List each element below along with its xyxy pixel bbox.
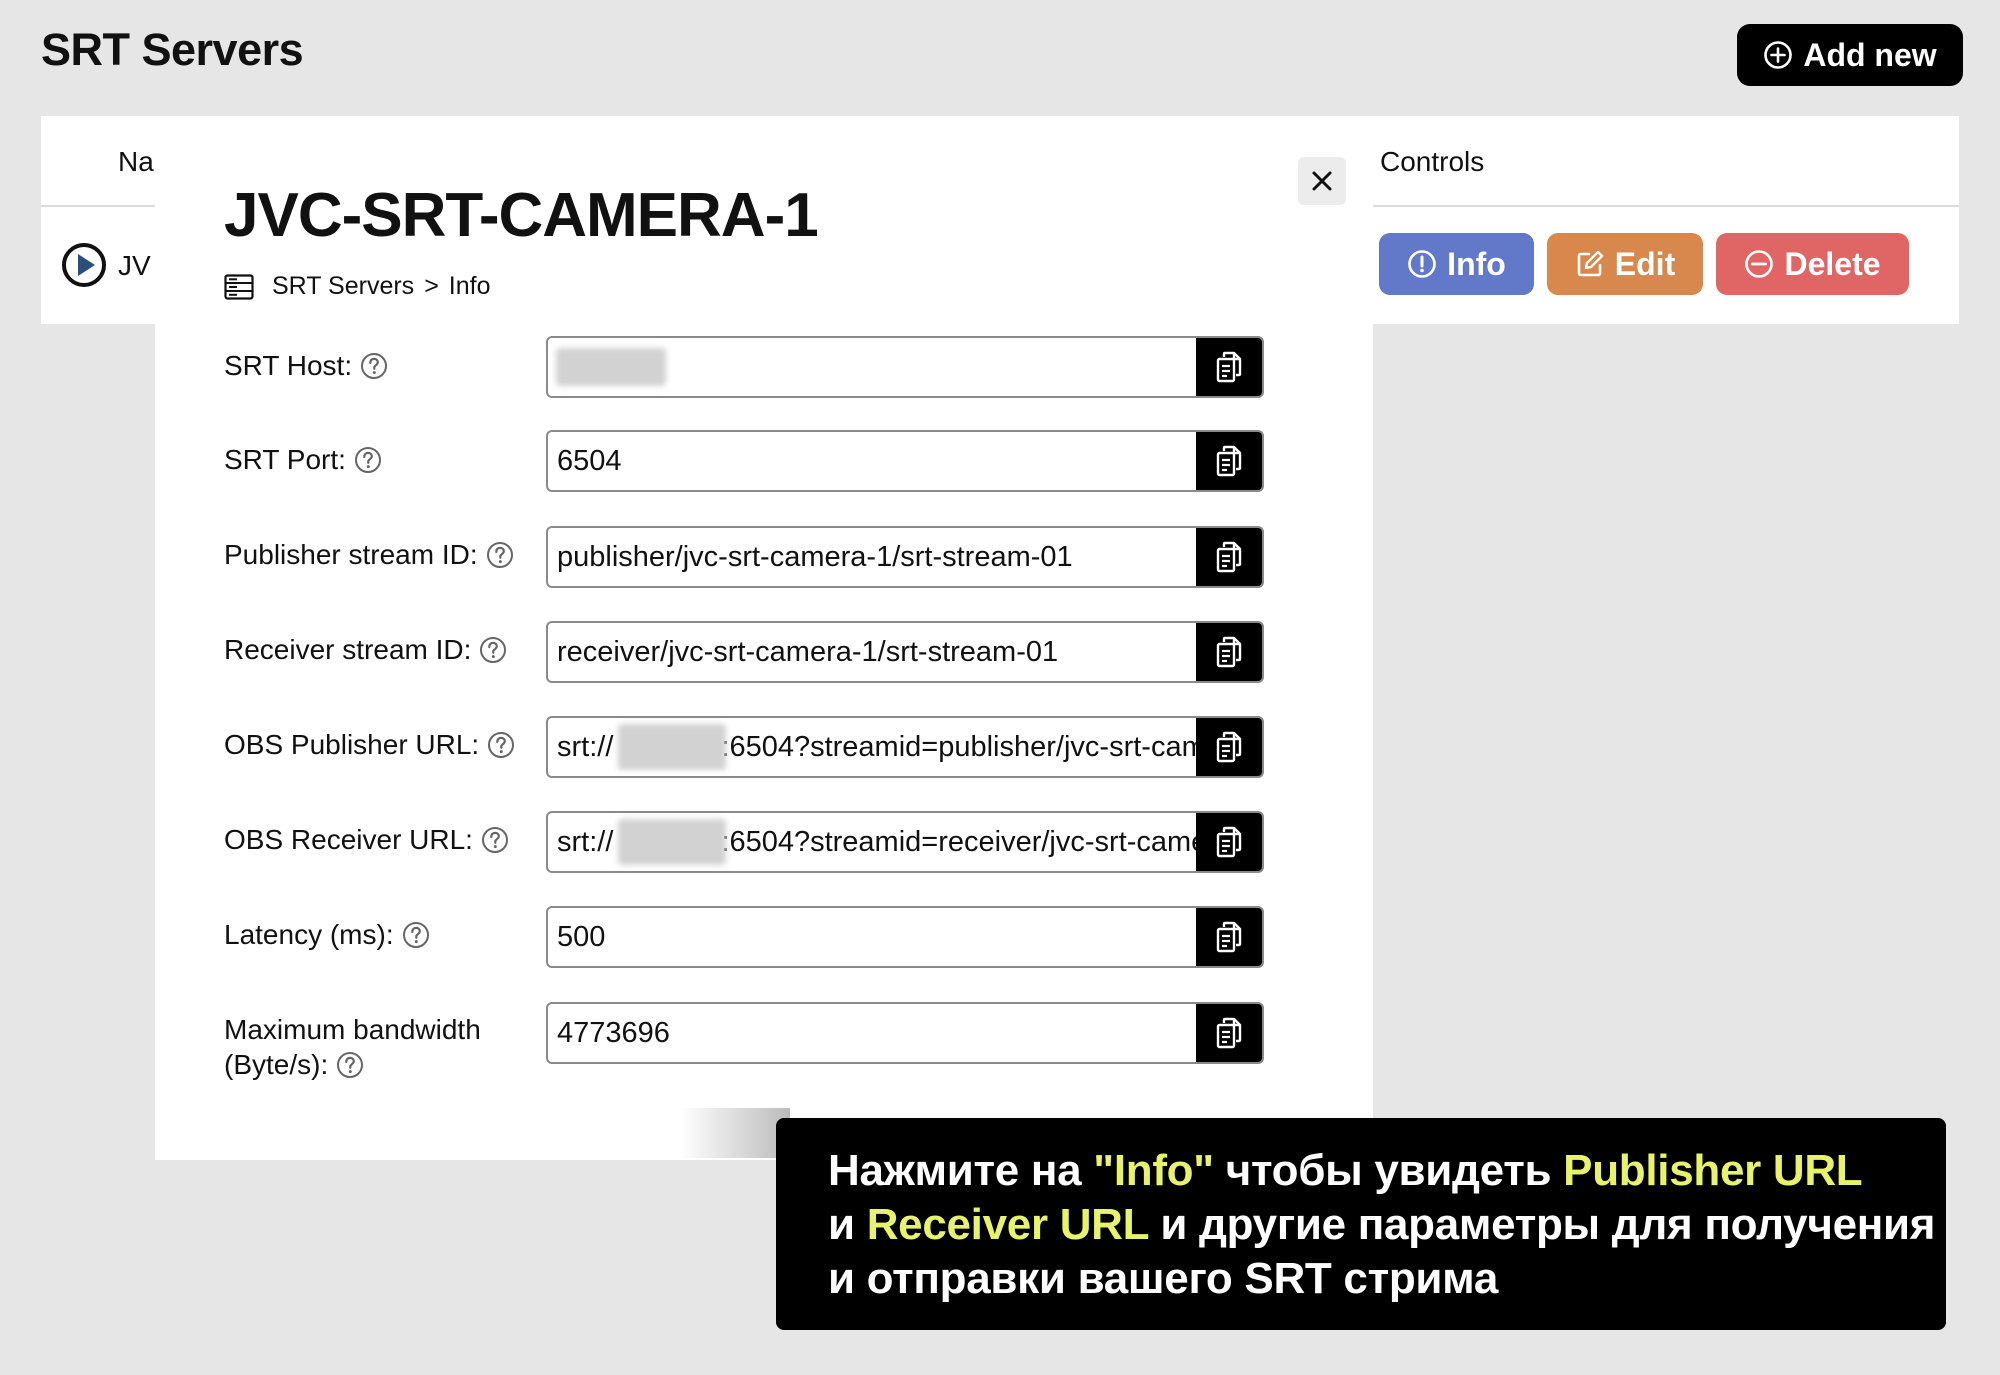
add-new-label: Add new [1803,36,1937,73]
copy-button-obs-publisher-url[interactable] [1196,718,1262,776]
srt-port-input[interactable] [548,432,1198,490]
edit-button-label: Edit [1614,245,1676,282]
pencil-square-icon [1577,250,1603,277]
publisher-stream-id-input[interactable] [548,528,1198,586]
breadcrumb-current: Info [448,272,491,300]
question-circle-icon[interactable] [336,1051,364,1079]
callout-shadow [680,1108,790,1158]
srt-host-field [546,336,1264,398]
redacted-host [618,724,726,770]
breadcrumb: SRT Servers > Info [224,272,491,301]
srt-port-label-text: SRT Port: [224,444,346,475]
question-circle-icon[interactable] [486,541,514,569]
play-circle-icon[interactable] [61,242,107,288]
obs-publisher-url-field[interactable]: srt:// :6504?streamid=publisher/jvc-srt-c… [546,716,1264,778]
callout-text: и [828,1200,867,1249]
max-bandwidth-label-line2: (Byte/s): [224,1049,329,1080]
question-circle-icon[interactable] [487,731,515,759]
callout-line-1: Нажмите на "Info" чтобы увидеть Publishe… [828,1144,1946,1198]
copy-icon [1214,636,1244,668]
obs-receiver-url-field[interactable]: srt:// :6504?streamid=receiver/jvc-srt-ca… [546,811,1264,873]
callout-highlight-receiver-url: Receiver URL [866,1200,1149,1249]
callout-highlight-info: "Info" [1093,1146,1214,1195]
server-icon [224,273,254,300]
obs-receiver-url-prefix: srt:// [557,826,614,858]
copy-button-srt-port[interactable] [1196,432,1262,490]
edit-button[interactable]: Edit [1547,233,1703,295]
close-button[interactable] [1298,157,1346,205]
page-title: SRT Servers [41,24,304,75]
info-button-label: Info [1447,245,1506,282]
exclamation-circle-icon [1408,250,1436,278]
receiver-stream-id-label: Receiver stream ID: [224,632,507,667]
redacted-host [618,819,726,865]
breadcrumb-separator: > [424,272,439,300]
callout-line-3: и отправки вашего SRT стрима [828,1254,1499,1303]
copy-icon [1214,541,1244,573]
latency-input[interactable] [548,908,1198,966]
srt-port-label: SRT Port: [224,442,382,477]
obs-publisher-url-suffix: :6504?streamid=publisher/jvc-srt-camera-… [721,731,1198,763]
srt-port-field [546,430,1264,492]
callout-highlight-publisher-url: Publisher URL [1563,1146,1863,1195]
info-modal: JVC-SRT-CAMERA-1 SRT Servers > Info SRT … [155,130,1373,1160]
copy-icon [1214,445,1244,477]
obs-receiver-url-label: OBS Receiver URL: [224,822,509,857]
callout-text: Нажмите на [828,1146,1094,1195]
obs-receiver-url-suffix: :6504?streamid=receiver/jvc-srt-camera-1… [721,826,1198,858]
obs-receiver-url-label-text: OBS Receiver URL: [224,824,473,855]
copy-button-max-bandwidth[interactable] [1196,1004,1262,1062]
receiver-stream-id-input[interactable] [548,623,1198,681]
add-new-button[interactable]: Add new [1737,24,1963,86]
copy-button-obs-receiver-url[interactable] [1196,813,1262,871]
srt-host-label-text: SRT Host: [224,350,353,381]
copy-icon [1214,351,1244,383]
copy-button-srt-host[interactable] [1196,338,1262,396]
close-icon [1312,171,1332,191]
copy-icon [1214,921,1244,953]
question-circle-icon[interactable] [481,826,509,854]
obs-publisher-url-label: OBS Publisher URL: [224,727,515,762]
copy-button-latency[interactable] [1196,908,1262,966]
tutorial-callout: Нажмите на "Info" чтобы увидеть Publishe… [776,1118,1946,1330]
obs-publisher-url-prefix: srt:// [557,731,614,763]
delete-button[interactable]: Delete [1716,233,1909,295]
max-bandwidth-input[interactable] [548,1004,1198,1062]
srt-host-label: SRT Host: [224,348,388,383]
delete-button-label: Delete [1784,245,1881,282]
latency-field [546,906,1264,968]
row-server-name: JV [118,250,151,281]
info-button[interactable]: Info [1379,233,1534,295]
publisher-stream-id-field [546,526,1264,588]
max-bandwidth-label: Maximum bandwidth (Byte/s): [224,1012,481,1082]
copy-icon [1214,826,1244,858]
modal-title: JVC-SRT-CAMERA-1 [224,181,819,250]
question-circle-icon[interactable] [479,636,507,664]
callout-text: и другие параметры для получения [1148,1200,1936,1249]
breadcrumb-parent[interactable]: SRT Servers [272,272,414,301]
callout-line-2: и Receiver URL и другие параметры для по… [828,1198,1946,1252]
question-circle-icon[interactable] [360,352,388,380]
copy-button-receiver-stream-id[interactable] [1196,623,1262,681]
copy-button-publisher-stream-id[interactable] [1196,528,1262,586]
callout-text: чтобы увидеть [1213,1146,1564,1195]
copy-icon [1214,731,1244,763]
column-header-controls: Controls [1380,146,1485,177]
publisher-stream-id-label: Publisher stream ID: [224,537,514,572]
column-header-name: Na [118,146,154,177]
receiver-stream-id-label-text: Receiver stream ID: [224,634,472,665]
max-bandwidth-label-line1: Maximum bandwidth [224,1014,481,1045]
minus-circle-icon [1745,250,1774,278]
max-bandwidth-field [546,1002,1264,1064]
question-circle-icon[interactable] [402,921,430,949]
receiver-stream-id-field [546,621,1264,683]
latency-label-text: Latency (ms): [224,919,394,950]
redacted-host [556,348,666,386]
publisher-stream-id-label-text: Publisher stream ID: [224,539,478,570]
copy-icon [1214,1017,1244,1049]
question-circle-icon[interactable] [354,446,382,474]
latency-label: Latency (ms): [224,917,430,952]
plus-circle-icon [1764,41,1793,69]
obs-publisher-url-label-text: OBS Publisher URL: [224,729,480,760]
